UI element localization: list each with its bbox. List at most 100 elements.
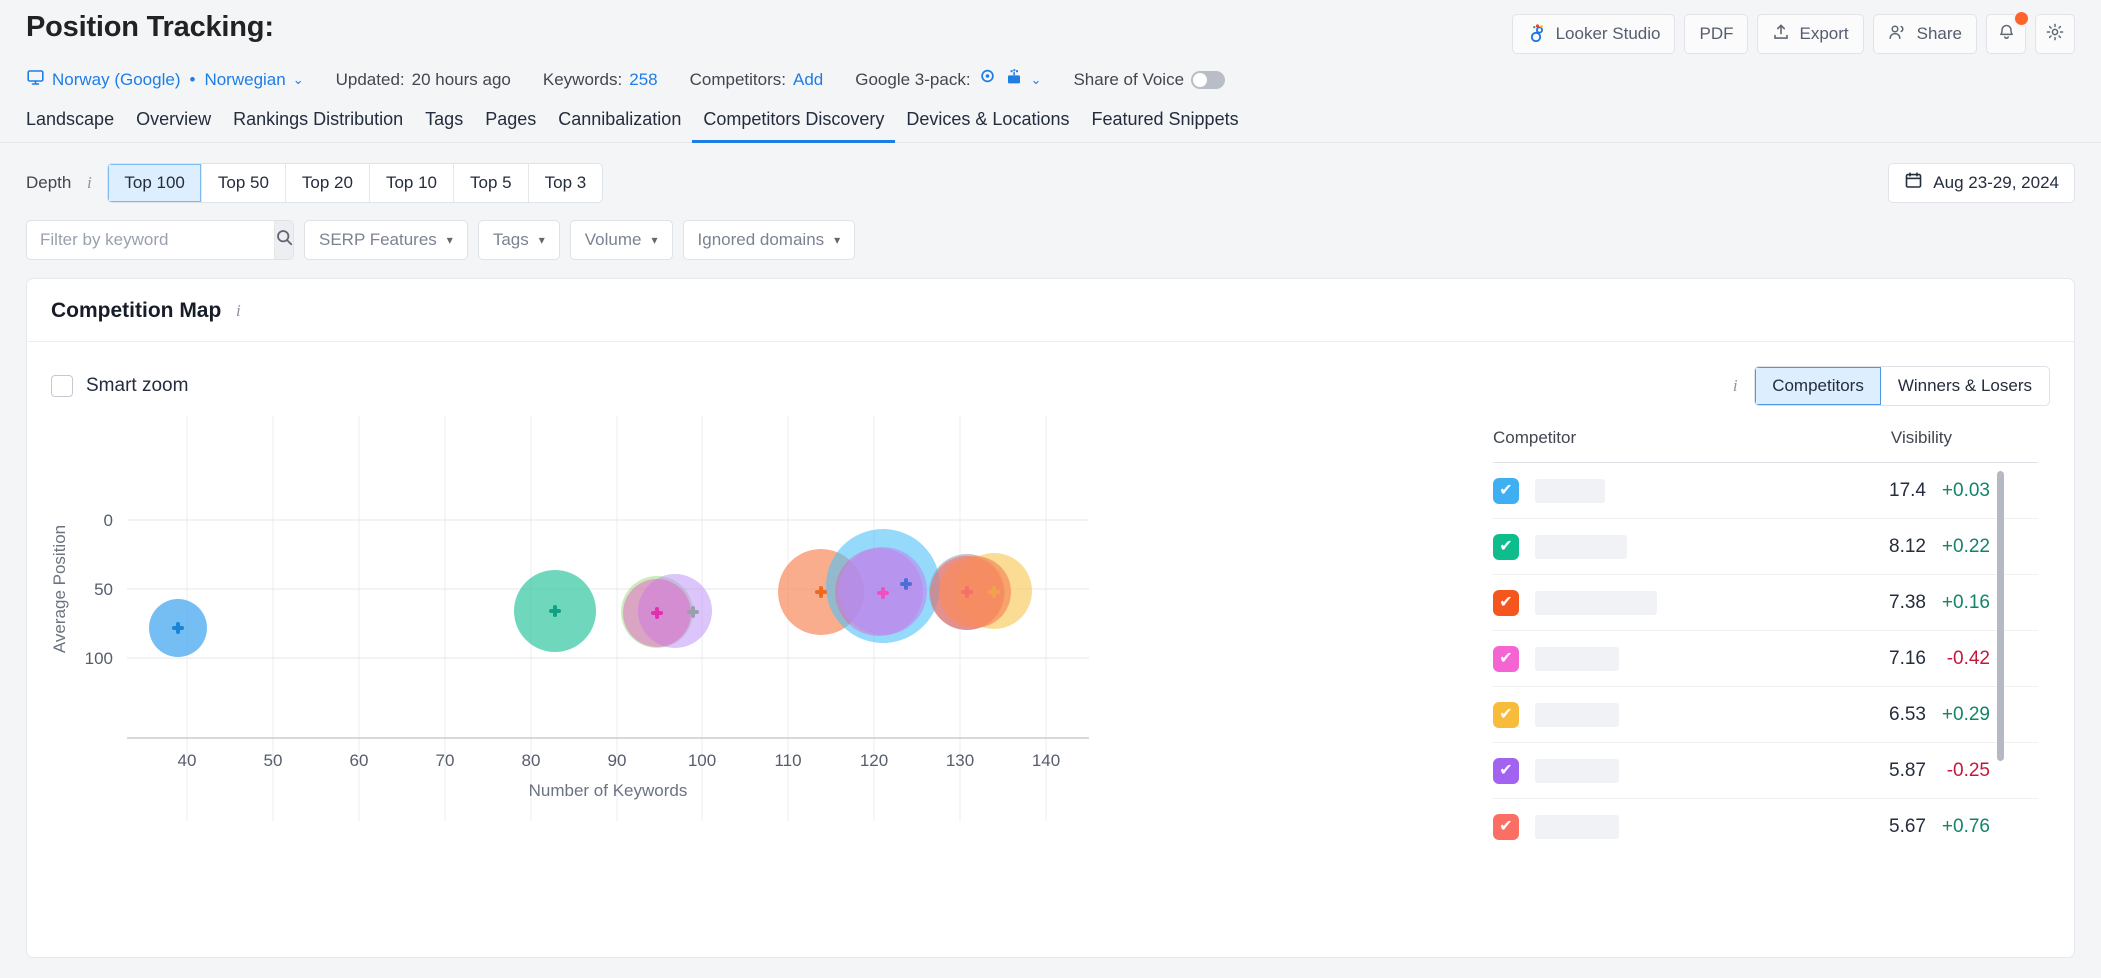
column-header-competitor: Competitor [1493, 428, 1868, 448]
view-option-competitors[interactable]: Competitors [1755, 367, 1881, 405]
people-icon [1888, 23, 1908, 46]
share-of-voice-label: Share of Voice [1073, 70, 1184, 90]
filter-row: SERP Features ▾ Tags ▾ Volume ▾ Ignored … [26, 220, 2075, 260]
volume-dropdown[interactable]: Volume ▾ [570, 220, 673, 260]
bell-icon [1997, 22, 2016, 46]
tab-rankings-distribution[interactable]: Rankings Distribution [222, 109, 414, 143]
depth-label: Depth [26, 173, 71, 193]
date-range-picker[interactable]: Aug 23-29, 2024 [1888, 163, 2075, 203]
settings-button[interactable] [2035, 14, 2075, 54]
table-row[interactable]: ✔ 5.87 -0.25 [1493, 743, 2038, 799]
x-tick-40: 40 [178, 751, 197, 770]
depth-option-top20[interactable]: Top 20 [286, 164, 370, 202]
tab-overview[interactable]: Overview [125, 109, 222, 143]
competitor-checkbox[interactable]: ✔ [1493, 646, 1519, 672]
search-input[interactable] [27, 221, 274, 259]
competitor-checkbox[interactable]: ✔ [1493, 814, 1519, 840]
tab-landscape[interactable]: Landscape [26, 109, 125, 143]
monitor-icon [26, 68, 45, 92]
depth-option-top50[interactable]: Top 50 [202, 164, 286, 202]
competitor-checkbox[interactable]: ✔ [1493, 758, 1519, 784]
calendar-icon [1904, 171, 1923, 195]
chevron-down-icon-3pack[interactable]: ⌄ [1031, 72, 1042, 88]
title-row: Position Tracking: Looker Studio [26, 12, 2075, 54]
keywords-value[interactable]: 258 [629, 70, 657, 90]
search-button[interactable] [274, 221, 294, 259]
table-row[interactable]: ✔ 6.53 +0.29 [1493, 687, 2038, 743]
tab-featured-snippets[interactable]: Featured Snippets [1080, 109, 1249, 143]
competitors-info: Competitors: Add [690, 70, 824, 90]
smart-zoom-control[interactable]: Smart zoom [51, 375, 188, 397]
visibility-value: 7.16 [1806, 648, 1926, 670]
view-option-winners-losers[interactable]: Winners & Losers [1881, 367, 2049, 405]
depth-option-top10[interactable]: Top 10 [370, 164, 454, 202]
y-tick-50: 50 [94, 580, 113, 599]
card-header: Competition Map i [27, 279, 2074, 342]
table-row[interactable]: ✔ 17.4 +0.03 [1493, 463, 2038, 519]
competitor-checkbox[interactable]: ✔ [1493, 702, 1519, 728]
competitor-checkbox[interactable]: ✔ [1493, 590, 1519, 616]
keywords-info: Keywords: 258 [543, 70, 658, 90]
local-pack-icon[interactable] [1004, 68, 1024, 92]
chart-controls: Smart zoom i Competitors Winners & Loser… [27, 342, 2074, 406]
competitor-name-redacted [1535, 703, 1619, 727]
chevron-down-icon-serp: ▾ [447, 233, 453, 247]
competitor-checkbox[interactable]: ✔ [1493, 534, 1519, 560]
notifications-button[interactable] [1986, 14, 2026, 54]
competition-map-info-icon[interactable]: i [231, 301, 245, 321]
depth-controls: Depth i Top 100 Top 50 Top 20 Top 10 Top… [26, 163, 603, 203]
date-range-label: Aug 23-29, 2024 [1933, 173, 2059, 193]
share-of-voice-control[interactable]: Share of Voice [1073, 70, 1225, 90]
depth-option-top5[interactable]: Top 5 [454, 164, 529, 202]
map-pin-icon[interactable] [978, 68, 997, 92]
tab-devices-locations[interactable]: Devices & Locations [895, 109, 1080, 143]
share-button[interactable]: Share [1873, 14, 1977, 54]
tags-dropdown[interactable]: Tags ▾ [478, 220, 560, 260]
visibility-delta: -0.25 [1926, 760, 2038, 782]
main-tabs: Landscape Overview Rankings Distribution… [0, 109, 2101, 143]
visibility-delta: +0.29 [1926, 704, 2038, 726]
depth-option-top100[interactable]: Top 100 [108, 164, 202, 202]
google-3pack-selector[interactable]: Google 3-pack: ⌄ [855, 68, 1041, 92]
x-tick-110: 110 [774, 751, 801, 770]
visibility-delta: +0.03 [1926, 480, 2038, 502]
y-tick-0: 0 [104, 511, 113, 530]
looker-studio-button[interactable]: Looker Studio [1512, 14, 1676, 54]
tab-cannibalization[interactable]: Cannibalization [547, 109, 692, 143]
table-row[interactable]: ✔ 5.67 +0.76 [1493, 799, 2038, 848]
share-of-voice-toggle[interactable] [1191, 71, 1225, 89]
column-header-visibility: Visibility [1868, 428, 2038, 448]
table-row[interactable]: ✔ 8.12 +0.22 [1493, 519, 2038, 575]
competitor-checkbox[interactable]: ✔ [1493, 478, 1519, 504]
competitor-scrollbar-thumb[interactable] [1997, 471, 2004, 761]
chevron-down-icon[interactable]: ⌄ [293, 72, 304, 88]
competitor-scrollbar[interactable] [1997, 471, 2004, 841]
language-label[interactable]: Norwegian [204, 70, 285, 90]
chart-bubbles [149, 529, 1032, 657]
add-competitor-link[interactable]: Add [793, 70, 823, 90]
x-axis-label: Number of Keywords [529, 781, 688, 800]
tab-competitors-discovery[interactable]: Competitors Discovery [692, 109, 895, 143]
table-row[interactable]: ✔ 7.38 +0.16 [1493, 575, 2038, 631]
view-toggle-info-icon[interactable]: i [1728, 376, 1742, 396]
ignored-domains-dropdown[interactable]: Ignored domains ▾ [683, 220, 856, 260]
smart-zoom-checkbox[interactable] [51, 375, 73, 397]
separator-dot: • [188, 70, 198, 90]
visibility-value: 6.53 [1806, 704, 1926, 726]
bubble-orange-right[interactable] [939, 556, 1011, 628]
depth-info-icon[interactable]: i [82, 173, 96, 193]
serp-features-dropdown[interactable]: SERP Features ▾ [304, 220, 468, 260]
export-button[interactable]: Export [1757, 14, 1863, 54]
pdf-button[interactable]: PDF [1684, 14, 1748, 54]
project-selector[interactable]: Norway (Google) • Norwegian ⌄ [26, 68, 304, 92]
x-tick-120: 120 [860, 751, 888, 770]
location-label[interactable]: Norway (Google) [52, 70, 181, 90]
table-row[interactable]: ✔ 7.16 -0.42 [1493, 631, 2038, 687]
search-icon [275, 228, 294, 252]
tab-pages[interactable]: Pages [474, 109, 547, 143]
visibility-value: 8.12 [1806, 536, 1926, 558]
tab-tags[interactable]: Tags [414, 109, 474, 143]
subheader: Norway (Google) • Norwegian ⌄ Updated: 2… [26, 68, 2075, 92]
depth-option-top3[interactable]: Top 3 [529, 164, 603, 202]
serp-features-label: SERP Features [319, 230, 437, 250]
